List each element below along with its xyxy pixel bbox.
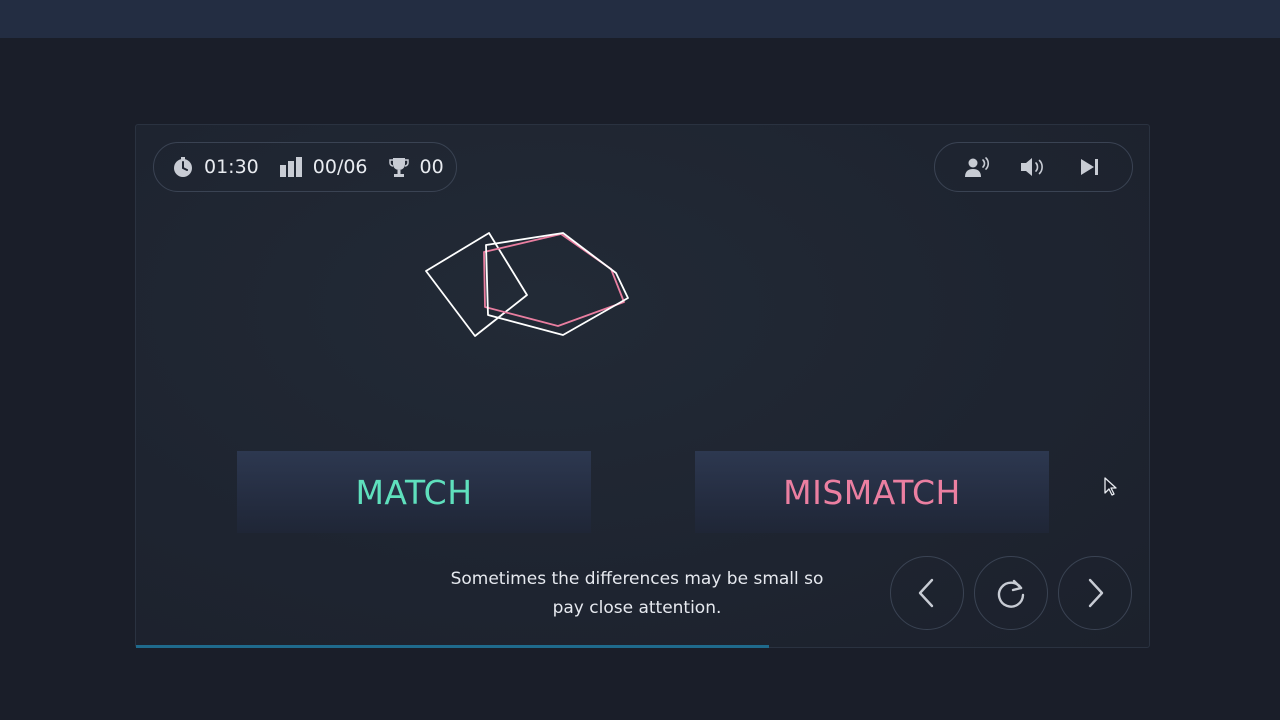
hint-line-2: pay close attention. <box>552 598 722 618</box>
chevron-right-icon <box>1088 578 1104 608</box>
hint-text: Sometimes the differences may be small s… <box>411 565 863 623</box>
mouse-cursor-icon <box>1104 477 1117 496</box>
controls-panel <box>934 142 1133 192</box>
game-card: 01:30 00/06 00 MATCH MISMATCH Sometimes … <box>135 124 1150 648</box>
voice-button[interactable] <box>957 147 997 187</box>
timer-icon <box>174 157 192 177</box>
stats-panel: 01:30 00/06 00 <box>153 142 457 192</box>
skip-button[interactable] <box>1070 147 1110 187</box>
speaker-icon <box>1021 158 1044 176</box>
hexagon-shape <box>485 232 629 336</box>
timer-value: 01:30 <box>204 156 259 178</box>
hint-line-1: Sometimes the differences may be small s… <box>450 569 824 589</box>
timer-stat: 01:30 <box>172 156 259 178</box>
progress-bar-fill <box>136 645 770 648</box>
score-value: 00 <box>419 156 444 178</box>
progress-bar <box>136 645 1149 648</box>
voice-icon <box>965 157 990 177</box>
top-bar <box>0 0 1280 38</box>
next-button[interactable] <box>1058 556 1132 630</box>
skip-icon <box>1080 159 1098 175</box>
match-button[interactable]: MATCH <box>237 451 591 533</box>
progress-value: 00/06 <box>312 156 368 178</box>
replay-button[interactable] <box>974 556 1048 630</box>
previous-button[interactable] <box>890 556 964 630</box>
progress-stat: 00/06 <box>279 156 368 178</box>
score-stat: 00 <box>388 156 444 178</box>
chevron-left-icon <box>918 578 934 608</box>
bar-chart-icon <box>279 157 302 177</box>
shape-stimulus <box>425 232 629 337</box>
sound-button[interactable] <box>1013 147 1053 187</box>
mismatch-button[interactable]: MISMATCH <box>695 451 1049 533</box>
replay-icon <box>997 579 1025 608</box>
trophy-icon <box>388 158 409 177</box>
